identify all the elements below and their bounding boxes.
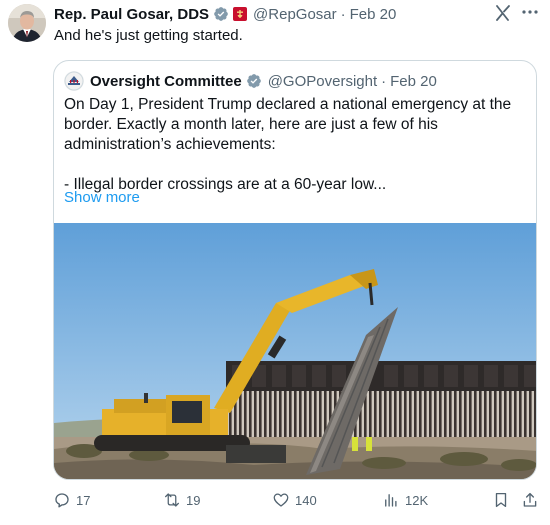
house-flag-icon	[233, 7, 248, 21]
verified-badge-icon	[213, 6, 229, 22]
header-separator: ·	[340, 5, 346, 23]
verified-badge-icon	[246, 73, 262, 89]
tweet[interactable]: Rep. Paul Gosar, DDS @RepGosar · Feb 20 …	[0, 0, 550, 525]
avatar-image	[8, 4, 46, 42]
show-more-link[interactable]: Show more	[64, 189, 140, 206]
views-icon	[385, 494, 397, 507]
heart-icon	[273, 493, 289, 507]
share-button[interactable]	[521, 490, 539, 510]
tweet-date[interactable]: Feb 20	[350, 6, 397, 23]
author-avatar[interactable]	[8, 4, 46, 42]
quoted-author-handle[interactable]: @GOPoversight	[268, 73, 377, 90]
author-handle[interactable]: @RepGosar	[253, 6, 337, 23]
quoted-tweet-date[interactable]: Feb 20	[390, 73, 437, 90]
reply-button[interactable]: 17	[53, 490, 90, 510]
author-name[interactable]: Rep. Paul Gosar, DDS	[54, 6, 209, 23]
share-icon	[523, 492, 537, 507]
grok-icon[interactable]	[493, 3, 513, 23]
quoted-header-separator: ·	[381, 72, 387, 90]
border-wall-photo	[54, 223, 536, 479]
reply-count: 17	[76, 492, 91, 508]
more-icon[interactable]	[519, 2, 541, 22]
quoted-author-avatar[interactable]	[64, 71, 84, 91]
tweet-actions: 17 19 140 12K	[0, 490, 550, 512]
like-button[interactable]: 140	[272, 490, 317, 510]
repost-icon	[164, 493, 180, 507]
repost-button[interactable]: 19	[163, 490, 200, 510]
tweet-text: And he's just getting started.	[54, 27, 243, 44]
quoted-tweet[interactable]: Oversight Committee @GOPoversight · Feb …	[53, 60, 537, 480]
tweet-header: Rep. Paul Gosar, DDS @RepGosar · Feb 20	[54, 4, 396, 24]
quoted-tweet-text: On Day 1, President Trump declared a nat…	[64, 95, 530, 195]
bookmark-icon	[495, 492, 507, 508]
quoted-tweet-header: Oversight Committee @GOPoversight · Feb …	[64, 71, 437, 91]
quoted-author-name[interactable]: Oversight Committee	[90, 73, 242, 90]
quoted-paragraph: On Day 1, President Trump declared a nat…	[64, 96, 512, 153]
views-count: 12K	[405, 492, 429, 508]
bookmark-button[interactable]	[492, 490, 510, 510]
reply-icon	[55, 493, 69, 508]
quoted-tweet-image[interactable]	[54, 223, 536, 479]
views-button[interactable]: 12K	[382, 490, 428, 510]
repost-count: 19	[186, 492, 201, 508]
like-count: 140	[295, 492, 317, 508]
